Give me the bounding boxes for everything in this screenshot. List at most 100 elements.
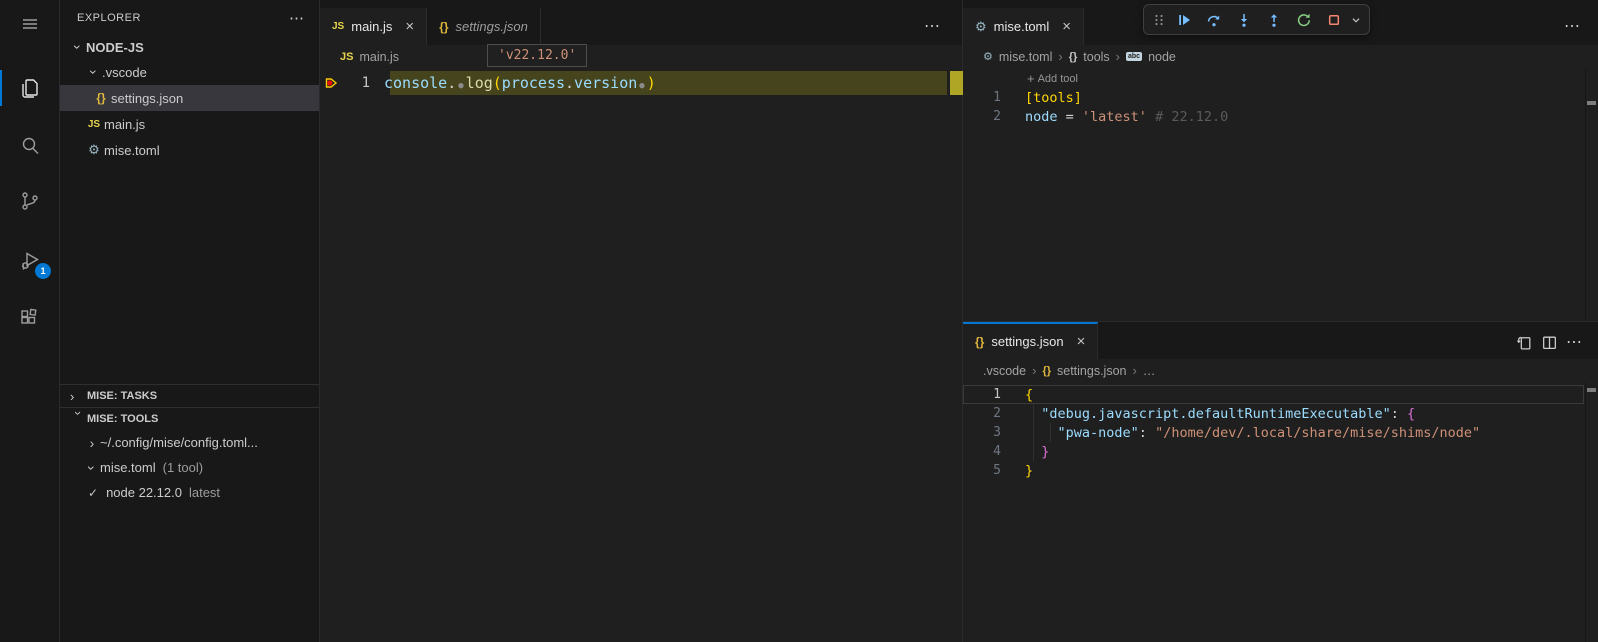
step-into-button[interactable] <box>1229 6 1258 33</box>
tools-item-mise-toml[interactable]: › mise.toml (1 tool) <box>60 455 319 480</box>
overview-cursor-mark <box>1587 101 1596 105</box>
step-out-button[interactable] <box>1259 6 1288 33</box>
tab-settings-json[interactable]: {} settings.json <box>427 8 541 45</box>
tools-item-label: mise.toml <box>100 460 156 475</box>
sidebar-item-extensions[interactable] <box>0 295 60 343</box>
source-control-icon <box>22 192 38 210</box>
sidebar-item-search[interactable] <box>0 122 60 170</box>
chevron-down-icon: › <box>86 69 102 75</box>
toolbar-dropdown-button[interactable] <box>1349 6 1363 33</box>
sidebar-item-explorer[interactable] <box>0 64 60 112</box>
code-line-4[interactable]: 4 } <box>963 442 1598 461</box>
chevron-right-icon: › <box>70 388 75 404</box>
tree-item--vscode[interactable]: › .vscode <box>60 59 319 85</box>
tab-main-js[interactable]: JS main.js × <box>320 8 428 45</box>
symbol-string-icon: abc <box>1126 52 1143 61</box>
tools-item-node-22-12-0[interactable]: ✓ node 22.12.0 latest <box>60 480 319 505</box>
line-number: 4 <box>993 444 1001 459</box>
section-header-mise-tools[interactable]: › MISE: TOOLS <box>60 407 319 430</box>
scrollbar-track[interactable] <box>1585 68 1586 321</box>
debug-badge: 1 <box>35 263 51 279</box>
restart-button[interactable] <box>1289 6 1318 33</box>
breadcrumb-item[interactable]: settings.json <box>1057 364 1126 378</box>
top-right-breadcrumb[interactable]: ⚙ mise.toml › {} tools › abc node <box>963 45 1598 68</box>
explorer-sidebar: EXPLORER ⋯ › NODE-JS › .vscode{} settings.… <box>60 0 320 642</box>
tree-item-main-js[interactable]: JS main.js <box>60 111 319 137</box>
tab-label: mise.toml <box>993 19 1050 34</box>
continue-button[interactable] <box>1169 6 1198 33</box>
close-icon[interactable]: × <box>1077 334 1086 349</box>
braces-file-icon: {} <box>1068 50 1078 63</box>
add-tool-codelens[interactable]: + Add tool <box>1027 71 1078 86</box>
menu-button[interactable] <box>0 0 60 48</box>
editor-group-main: JS main.js × {} settings.json ⋯ JS main.js 1c… <box>320 0 963 642</box>
stop-button[interactable] <box>1319 6 1348 33</box>
code-line-5[interactable]: 5} <box>963 461 1598 480</box>
settings-json-code-area[interactable]: 1{2 "debug.javascript.defaultRuntimeExec… <box>963 382 1598 480</box>
tools-item-label: node 22.12.0 <box>106 485 182 500</box>
search-icon <box>22 137 39 154</box>
breadcrumb-item[interactable]: .vscode <box>983 364 1026 378</box>
tools-item--config-mise-config-toml-[interactable]: › ~/.config/mise/config.toml... <box>60 430 319 455</box>
breadcrumb-item[interactable]: mise.toml <box>999 50 1052 64</box>
code-line-2[interactable]: 2 "debug.javascript.defaultRuntimeExecut… <box>963 404 1598 423</box>
files-icon <box>22 79 38 98</box>
step-over-button[interactable] <box>1199 6 1228 33</box>
close-icon[interactable]: × <box>1062 19 1071 34</box>
scrollbar-track[interactable] <box>1585 382 1586 642</box>
breadcrumb-item[interactable]: … <box>1143 364 1156 378</box>
breadcrumb-item[interactable]: main.js <box>359 50 399 64</box>
json-file-icon: {} <box>439 19 449 34</box>
plus-icon: + <box>1027 71 1035 86</box>
code-text: { <box>1025 386 1034 403</box>
braces_gold-file-icon: {} <box>1042 364 1051 377</box>
tab-settings-json[interactable]: {} settings.json × <box>963 322 1099 359</box>
code-line-1[interactable]: 1 console. ● log(process.version ●) <box>320 71 962 95</box>
section-header-mise-tasks[interactable]: › MISE: TASKS <box>60 384 319 407</box>
main-breadcrumb[interactable]: JS main.js <box>320 45 962 68</box>
bottom-right-more-button[interactable]: ⋯ <box>1566 332 1584 352</box>
tab-label: main.js <box>351 19 393 34</box>
sidebar-item-run-debug[interactable]: 1 <box>0 237 60 285</box>
breadcrumb-separator: › <box>1058 49 1063 64</box>
main-code-area[interactable]: 1 console. ● log(process.version ●) <box>320 69 962 95</box>
sidebar-item-source-control[interactable] <box>0 177 60 225</box>
editor-group-bottom-right: {} settings.json × ⋯ .vscode › {} settings.js… <box>963 321 1598 642</box>
chevron-down-icon: › <box>70 44 86 50</box>
code-line-2[interactable]: 2 node = 'latest' # 22.12.0 <box>963 107 1598 126</box>
code-line-1[interactable]: 1 [tools] <box>963 88 1598 107</box>
open-changes-icon[interactable] <box>1516 334 1533 351</box>
json-file-icon: {} <box>975 334 985 349</box>
breadcrumb-item[interactable]: node <box>1148 50 1176 64</box>
json-file-icon: {} <box>96 91 106 105</box>
explorer-title: EXPLORER <box>77 11 141 24</box>
menu-icon <box>23 19 37 29</box>
breadcrumb-item[interactable]: tools <box>1083 50 1109 64</box>
codelens-label: Add tool <box>1037 72 1078 85</box>
step-over-icon <box>1207 15 1219 26</box>
tree-item-mise-toml[interactable]: ⚙ mise.toml <box>60 137 319 163</box>
explorer-more-button[interactable]: ⋯ <box>289 9 305 27</box>
top-right-more-button[interactable]: ⋯ <box>1564 16 1582 36</box>
breakpoint-gutter[interactable] <box>320 75 342 91</box>
mise-toml-code-area[interactable]: 1 [tools] 2 node = 'latest' # 22.12.0 <box>963 87 1598 126</box>
tree-item-settings-json[interactable]: {} settings.json <box>60 85 319 111</box>
tab-mise-toml[interactable]: ⚙ mise.toml × <box>963 8 1085 45</box>
chevron-down-icon: › <box>71 410 86 415</box>
js-file-icon: JS <box>87 118 101 130</box>
tree-root-node-js[interactable]: › NODE-JS <box>60 35 319 59</box>
toolbar-drag-handle[interactable] <box>1150 6 1168 33</box>
gear-file-icon: ⚙ <box>975 18 987 34</box>
debug-value-tooltip: 'v22.12.0' <box>487 44 588 67</box>
chevron-down-icon <box>1352 17 1360 23</box>
debug-toolbar <box>1143 4 1370 35</box>
main-editor-more-button[interactable]: ⋯ <box>924 16 942 36</box>
code-line-1[interactable]: 1{ <box>963 385 1598 404</box>
activity-bar: 1 <box>0 0 60 642</box>
code-line-3[interactable]: 3 "pwa-node": "/home/dev/.local/share/mi… <box>963 423 1598 442</box>
code-text: console. ● log(process.version ●) <box>384 74 656 92</box>
bottom-right-breadcrumb[interactable]: .vscode ›{} settings.json ›… <box>963 359 1598 382</box>
line-number: 5 <box>993 463 1001 478</box>
split-editor-icon[interactable] <box>1541 334 1558 351</box>
close-icon[interactable]: × <box>405 19 414 34</box>
